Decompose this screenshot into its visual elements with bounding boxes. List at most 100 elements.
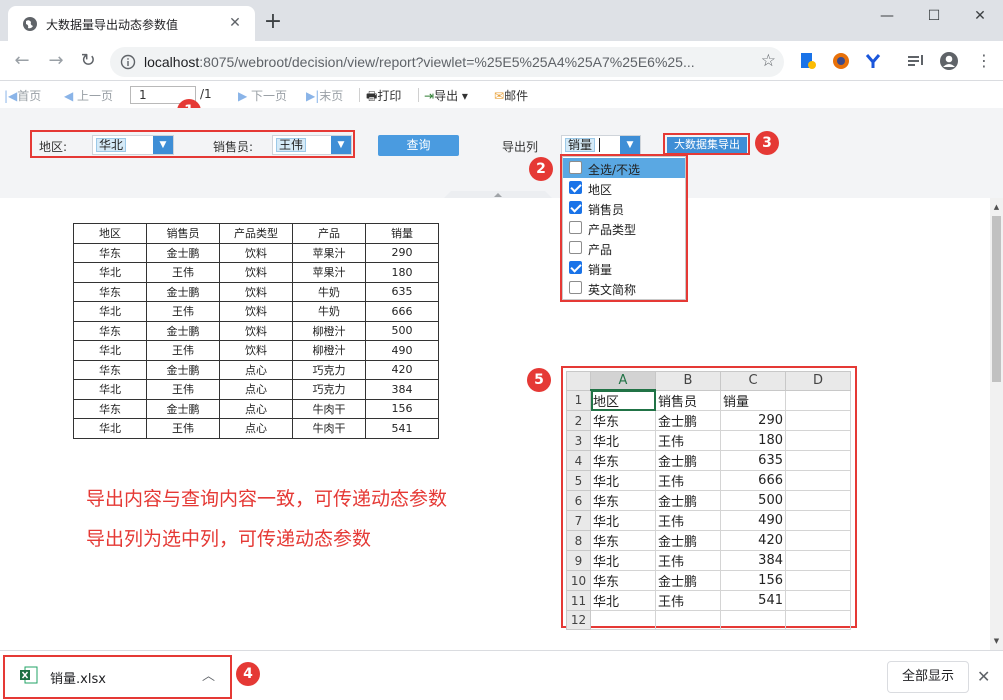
region-select[interactable]: 华北 ▼ <box>92 135 174 155</box>
excel-cell[interactable]: 销售员 <box>655 389 721 412</box>
excel-cell[interactable] <box>785 410 851 432</box>
big-data-export-button[interactable]: 大数据集导出 <box>667 137 747 153</box>
excel-cell[interactable]: 华北 <box>590 590 656 612</box>
excel-cell[interactable]: 地区 <box>590 389 656 412</box>
chevron-up-icon[interactable]: ︿ <box>202 665 215 684</box>
excel-cell[interactable]: 666 <box>720 470 786 492</box>
excel-cell[interactable]: 华东 <box>590 450 656 472</box>
extension-doc-icon[interactable] <box>797 50 819 72</box>
forward-arrow-icon[interactable]: → <box>44 49 68 73</box>
excel-cell[interactable] <box>785 470 851 492</box>
checkbox-icon[interactable] <box>569 261 582 274</box>
minimize-icon[interactable]: — <box>864 0 910 32</box>
checkbox-icon[interactable] <box>569 221 582 234</box>
excel-cell[interactable]: 金士鹏 <box>655 450 721 472</box>
excel-cell[interactable] <box>785 570 851 592</box>
close-shelf-icon[interactable]: ✕ <box>977 667 990 686</box>
query-button[interactable]: 查询 <box>378 135 459 156</box>
export-columns-select[interactable]: 销量 ▼ <box>561 135 641 155</box>
print-button[interactable]: 🖶打印 <box>366 87 401 108</box>
reload-icon[interactable]: ↻ <box>76 49 100 73</box>
media-queue-icon[interactable] <box>905 50 927 72</box>
export-menu-button[interactable]: ⇥导出 ▾ <box>424 87 468 104</box>
checkbox-icon[interactable] <box>569 161 582 174</box>
chevron-down-icon[interactable]: ▼ <box>331 136 351 154</box>
excel-cell[interactable]: 金士鹏 <box>655 530 721 552</box>
browser-tab[interactable]: 大数据量导出动态参数值 ✕ <box>8 6 255 41</box>
excel-cell[interactable]: 华北 <box>590 550 656 572</box>
excel-cell[interactable] <box>785 510 851 532</box>
excel-cell[interactable]: 华北 <box>590 430 656 452</box>
excel-cell[interactable] <box>785 490 851 512</box>
more-menu-icon[interactable]: ⋮ <box>972 49 996 73</box>
excel-cell[interactable] <box>720 610 786 630</box>
excel-cell[interactable]: 王伟 <box>655 510 721 532</box>
next-page-button[interactable]: ▶ 下一页 <box>238 87 287 104</box>
close-tab-icon[interactable]: ✕ <box>225 13 245 33</box>
excel-cell[interactable]: 金士鹏 <box>655 410 721 432</box>
excel-cell[interactable]: 华东 <box>590 410 656 432</box>
excel-cell[interactable]: 华东 <box>590 530 656 552</box>
mail-button[interactable]: ✉邮件 <box>494 87 528 104</box>
excel-cell[interactable]: 华东 <box>590 570 656 592</box>
back-arrow-icon[interactable]: ← <box>10 49 34 73</box>
column-option[interactable]: 产品 <box>563 238 685 258</box>
extension-y-icon[interactable] <box>862 50 884 72</box>
excel-cell[interactable]: 500 <box>720 490 786 512</box>
excel-cell[interactable]: 541 <box>720 590 786 612</box>
excel-cell[interactable]: 王伟 <box>655 550 721 572</box>
checkbox-icon[interactable] <box>569 241 582 254</box>
excel-cell[interactable] <box>785 530 851 552</box>
excel-cell[interactable]: 635 <box>720 450 786 472</box>
scroll-up-icon[interactable]: ▲ <box>990 200 1003 214</box>
column-option[interactable]: 产品类型 <box>563 218 685 238</box>
vertical-scrollbar[interactable]: ▲ ▼ <box>990 198 1003 650</box>
excel-cell[interactable]: 180 <box>720 430 786 452</box>
excel-cell[interactable]: 290 <box>720 410 786 432</box>
excel-cell[interactable]: 销量 <box>720 389 786 412</box>
profile-avatar-icon[interactable] <box>938 50 960 72</box>
seller-select[interactable]: 王伟 ▼ <box>272 135 352 155</box>
new-tab-button[interactable]: + <box>262 11 284 34</box>
excel-cell[interactable] <box>655 610 721 630</box>
excel-cell[interactable]: 华北 <box>590 510 656 532</box>
checkbox-icon[interactable] <box>569 281 582 294</box>
excel-cell[interactable] <box>590 610 656 630</box>
excel-cell[interactable]: 王伟 <box>655 590 721 612</box>
maximize-icon[interactable]: ☐ <box>911 0 957 32</box>
excel-cell[interactable] <box>785 430 851 452</box>
column-option[interactable]: 销售员 <box>563 198 685 218</box>
column-option[interactable]: 销量 <box>563 258 685 278</box>
excel-cell[interactable] <box>785 389 851 412</box>
excel-cell[interactable] <box>785 590 851 612</box>
excel-cell[interactable]: 490 <box>720 510 786 532</box>
excel-cell[interactable]: 华东 <box>590 490 656 512</box>
excel-cell[interactable]: 王伟 <box>655 430 721 452</box>
scroll-down-icon[interactable]: ▼ <box>990 634 1003 648</box>
chevron-down-icon[interactable]: ▼ <box>620 136 640 154</box>
excel-cell[interactable] <box>785 550 851 572</box>
excel-cell[interactable] <box>785 610 851 630</box>
column-option[interactable]: 英文简称 <box>563 278 685 298</box>
bookmark-star-icon[interactable]: ☆ <box>761 51 776 71</box>
extension-fox-icon[interactable] <box>830 50 852 72</box>
first-page-button[interactable]: |◀首页 <box>4 87 41 104</box>
excel-cell[interactable]: 华北 <box>590 470 656 492</box>
excel-cell[interactable]: 金士鹏 <box>655 570 721 592</box>
window-close-icon[interactable]: ✕ <box>957 0 1003 32</box>
url-input[interactable]: localhost:8075/webroot/decision/view/rep… <box>110 47 784 77</box>
excel-cell[interactable]: 384 <box>720 550 786 572</box>
excel-cell[interactable]: 王伟 <box>655 470 721 492</box>
column-option[interactable]: 地区 <box>563 178 685 198</box>
last-page-button[interactable]: ▶|末页 <box>306 87 343 104</box>
checkbox-icon[interactable] <box>569 181 582 194</box>
excel-cell[interactable]: 156 <box>720 570 786 592</box>
chevron-down-icon[interactable]: ▼ <box>153 136 173 154</box>
show-all-downloads-button[interactable]: 全部显示 <box>887 661 969 693</box>
column-option[interactable]: 全选/不选 <box>563 158 685 178</box>
prev-page-button[interactable]: ◀ 上一页 <box>64 87 113 104</box>
scrollbar-thumb[interactable] <box>992 216 1001 382</box>
excel-cell[interactable]: 金士鹏 <box>655 490 721 512</box>
download-item[interactable]: 销量.xlsx ︿ <box>8 656 228 694</box>
excel-cell[interactable]: 420 <box>720 530 786 552</box>
